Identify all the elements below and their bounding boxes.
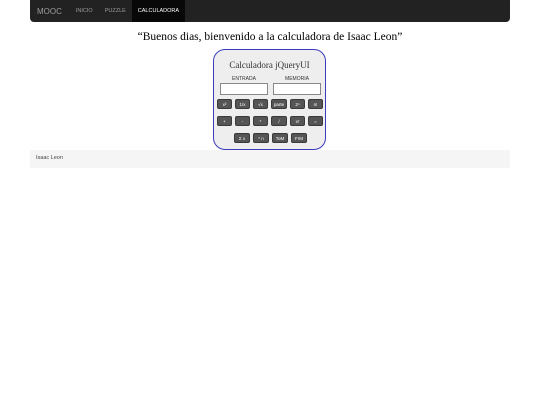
calculator-panel: Calculadora jQueryUI ENTRADA MEMORIA x² … <box>213 49 326 150</box>
entrada-input[interactable] <box>220 83 268 95</box>
multiply-button[interactable]: * <box>253 116 268 126</box>
nav-calculadora[interactable]: CALCULADORA <box>131 0 186 22</box>
reciprocal-button[interactable]: 1/x <box>235 99 250 109</box>
power-button[interactable]: xʸ <box>290 116 305 126</box>
pow2-button[interactable]: 2ⁿ <box>290 99 305 109</box>
product-button[interactable]: * n <box>253 133 269 143</box>
sum-button[interactable]: Σ x <box>234 133 250 143</box>
factorial-button[interactable]: n! <box>308 99 323 109</box>
from-memory-button[interactable]: FrM <box>291 133 307 143</box>
footer: Isaac Leon <box>30 150 510 168</box>
sqrt-button[interactable]: √x <box>253 99 268 109</box>
square-button[interactable]: x² <box>217 99 232 109</box>
subtract-button[interactable]: - <box>235 116 250 126</box>
memoria-input[interactable] <box>273 83 321 95</box>
top-navbar: MOOC INICIO PUZZLE CALCULADORA <box>30 0 510 22</box>
nav-inicio[interactable]: INICIO <box>70 0 99 22</box>
footer-author: Isaac Leon <box>36 155 63 161</box>
nav-puzzle[interactable]: PUZZLE <box>99 0 132 22</box>
to-memory-button[interactable]: ToM <box>272 133 288 143</box>
welcome-heading: “Buenos dias, bienvenido a la calculador… <box>137 31 403 43</box>
memoria-label: MEMORIA <box>285 76 309 82</box>
brand-logo[interactable]: MOOC <box>37 7 62 16</box>
parte-button[interactable]: parte <box>271 99 287 109</box>
entrada-label: ENTRADA <box>232 76 256 82</box>
calculator-title: Calculadora jQueryUI <box>229 60 310 70</box>
divide-button[interactable]: / <box>271 116 287 126</box>
add-button[interactable]: + <box>217 116 232 126</box>
equals-button[interactable]: = <box>308 116 323 126</box>
